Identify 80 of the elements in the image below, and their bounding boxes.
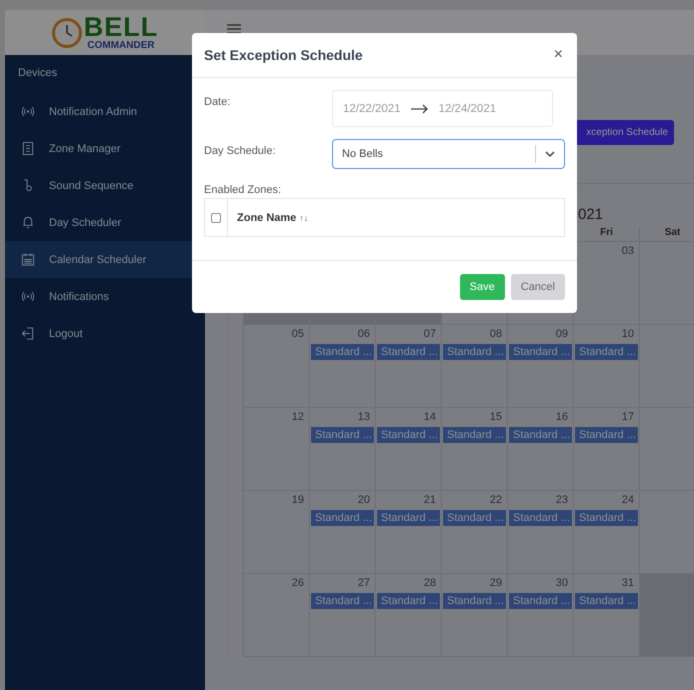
day-number: 10 [622, 328, 635, 342]
day-number: 13 [358, 411, 371, 425]
day-number: 29 [490, 577, 503, 591]
sidebar-item[interactable]: Zone Manager [5, 130, 205, 167]
column-header[interactable]: Zone Name [237, 212, 296, 224]
sidebar-item[interactable]: Logout [5, 315, 205, 352]
dialog-title: Set Exception Schedule [204, 47, 363, 63]
building-icon [21, 142, 35, 155]
day-number: 26 [292, 577, 305, 591]
day-number: 24 [622, 494, 635, 508]
day-number: 20 [358, 494, 371, 508]
calendar-event[interactable]: Standard ... [311, 593, 374, 609]
day-number: 22 [490, 494, 503, 508]
day-number: 28 [424, 577, 437, 591]
day-number: 17 [622, 411, 635, 425]
logout-icon [21, 327, 35, 340]
sidebar-item[interactable]: Day Scheduler [5, 204, 205, 241]
calendar-event[interactable]: Standard ... [443, 510, 506, 526]
calendar-event[interactable]: Standard ... [509, 427, 572, 443]
calendar-event[interactable]: Standard ... [575, 593, 638, 609]
day-number: 12 [292, 411, 305, 425]
broadcast-icon [21, 291, 35, 302]
day-number: 15 [490, 411, 503, 425]
calendar-event[interactable]: Standard ... [377, 593, 440, 609]
sidebar-item[interactable]: Notifications [5, 278, 205, 315]
day-number: 05 [292, 328, 305, 342]
day-number: 27 [358, 577, 371, 591]
calendar-event[interactable]: Standard ... [443, 427, 506, 443]
day-number: 23 [556, 494, 569, 508]
sidebar-item[interactable]: Sound Sequence [5, 167, 205, 204]
logo-title: BELL [84, 14, 158, 41]
weekday-header: Sat [639, 227, 694, 241]
day-number: 19 [292, 494, 305, 508]
bell-icon [21, 216, 35, 229]
section-heading: Devices [17, 66, 58, 81]
field-label: Day Schedule: [204, 144, 277, 157]
calendar-event[interactable]: Standard ... [311, 427, 374, 443]
calendar-event[interactable]: Standard ... [311, 344, 374, 360]
close-button[interactable]: × [552, 46, 565, 64]
calendar-event[interactable]: Standard ... [443, 344, 506, 360]
calendar-event[interactable]: Standard ... [575, 510, 638, 526]
day-number: 09 [556, 328, 569, 342]
day-number: 30 [556, 577, 569, 591]
date-range-field[interactable]: 12/22/2021 12/24/2021 [332, 90, 553, 127]
calendar-title: 021 [578, 206, 604, 225]
sort-icon[interactable]: ↑↓ [299, 212, 308, 222]
calendar-event[interactable]: Standard ... [377, 344, 440, 360]
logo-subtitle: COMMANDER [87, 41, 155, 51]
menu-icon[interactable] [227, 24, 241, 34]
calendar-icon [21, 253, 35, 266]
calendar-event[interactable]: Standard ... [509, 510, 572, 526]
chevron-down-icon [545, 151, 555, 157]
select-all-checkbox[interactable] [211, 212, 221, 222]
day-number: 03 [622, 245, 635, 259]
day-number: 31 [622, 577, 635, 591]
day-number: 07 [424, 328, 437, 342]
calendar-event[interactable]: Standard ... [377, 427, 440, 443]
cancel-button[interactable]: Cancel [510, 274, 565, 300]
calendar-event[interactable]: Standard ... [575, 427, 638, 443]
calendar-event[interactable]: Standard ... [443, 593, 506, 609]
calendar-event[interactable]: Standard ... [509, 593, 572, 609]
day-number: 21 [424, 494, 437, 508]
end-date[interactable]: 12/24/2021 [438, 102, 496, 114]
calendar-event[interactable]: Standard ... [575, 344, 638, 360]
calendar-event[interactable]: Standard ... [311, 510, 374, 526]
day-number: 16 [556, 411, 569, 425]
day-number: 06 [358, 328, 371, 342]
sidebar-item[interactable]: Notification Admin [5, 93, 205, 130]
day-number: 08 [490, 328, 503, 342]
field-label: Date: [204, 95, 232, 108]
arrow-right-icon [410, 104, 429, 114]
day-number: 14 [424, 411, 437, 425]
day-schedule-select[interactable]: No Bells [332, 139, 565, 169]
save-button[interactable]: Save [460, 274, 505, 300]
calendar-event[interactable]: Standard ... [377, 510, 440, 526]
clock-icon [52, 18, 82, 48]
start-date[interactable]: 12/22/2021 [343, 102, 401, 114]
field-label: Enabled Zones: [204, 184, 282, 196]
broadcast-icon [21, 106, 35, 117]
calendar-event[interactable]: Standard ... [509, 344, 572, 360]
